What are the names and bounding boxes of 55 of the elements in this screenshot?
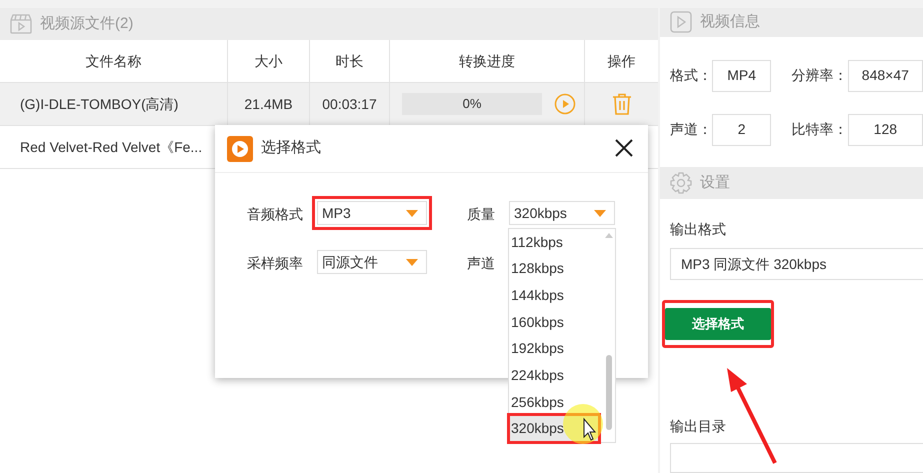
dropdown-option[interactable]: 144kbps xyxy=(509,282,603,309)
field-label: 格式： xyxy=(670,66,712,86)
field-label: 音频格式 xyxy=(247,204,304,224)
settings-icon xyxy=(670,172,692,194)
value-field: 848×47 xyxy=(848,60,923,92)
dropdown-option[interactable]: 320kbps xyxy=(509,415,599,442)
column-header: 操作 xyxy=(608,52,636,70)
column-header: 时长 xyxy=(336,52,364,70)
value-field: MP4 xyxy=(712,60,772,92)
panel-title: 设置 xyxy=(700,172,730,193)
field-label: 声道： xyxy=(670,120,712,140)
column-header: 文件名称 xyxy=(86,52,142,70)
field-label: 分辨率： xyxy=(791,66,848,86)
dropdown-option[interactable]: 160kbps xyxy=(509,308,603,336)
panel-title: 视频信息 xyxy=(700,12,760,32)
dropdown-option[interactable]: 224kbps xyxy=(509,362,603,389)
field-label: 声道 xyxy=(467,254,496,272)
dialog-title: 选择格式 xyxy=(261,138,321,158)
close-icon xyxy=(614,138,634,158)
video-file-icon xyxy=(10,14,32,34)
output-directory-field[interactable] xyxy=(670,443,923,473)
dropdown[interactable]: 同源文件 xyxy=(317,250,427,274)
delete-button[interactable] xyxy=(612,93,632,115)
value-field: 2 xyxy=(712,114,772,146)
value-field: 128 xyxy=(848,114,923,146)
play-icon xyxy=(554,93,576,115)
dropdown[interactable]: 320kbps xyxy=(509,201,615,225)
field-label: 采样频率 xyxy=(247,254,304,272)
column-header: 大小 xyxy=(254,52,282,70)
field-label: 输出目录 xyxy=(670,417,727,436)
table-row[interactable]: (G)I-DLE-TOMBOY(高清) 21.4MB 00:03:17 0% xyxy=(0,83,658,126)
field-label: 比特率： xyxy=(791,120,848,140)
dropdown-option[interactable]: 112kbps xyxy=(509,229,603,256)
scroll-up-icon xyxy=(605,233,613,238)
app-logo-icon xyxy=(227,136,253,162)
progress-text: 0% xyxy=(462,95,482,114)
file-name: (G)I-DLE-TOMBOY(高清) xyxy=(20,94,178,114)
trash-icon xyxy=(612,93,632,115)
field-label: 输出格式 xyxy=(670,220,727,239)
table-cell-text: 00:03:17 xyxy=(322,94,377,114)
field-label: 质量 xyxy=(467,204,496,224)
play-button[interactable] xyxy=(554,93,576,115)
dropdown-option[interactable]: 256kbps xyxy=(509,388,603,416)
choose-format-button[interactable]: 选择格式 xyxy=(665,308,771,340)
caret-icon xyxy=(594,210,606,216)
dropdown-option[interactable]: 128kbps xyxy=(509,256,603,282)
panel-title: 视频源文件(2) xyxy=(40,14,134,34)
caret-icon xyxy=(406,210,418,216)
column-header: 转换进度 xyxy=(459,52,515,70)
dropdown-option[interactable]: 192kbps xyxy=(509,336,603,362)
table-cell-text: 21.4MB xyxy=(244,94,293,114)
file-name: Red Velvet-Red Velvet《Fe... xyxy=(20,138,202,156)
caret-icon xyxy=(406,258,418,266)
video-icon xyxy=(670,11,692,34)
output-format-field: MP3 同源文件 320kbps xyxy=(670,248,923,280)
